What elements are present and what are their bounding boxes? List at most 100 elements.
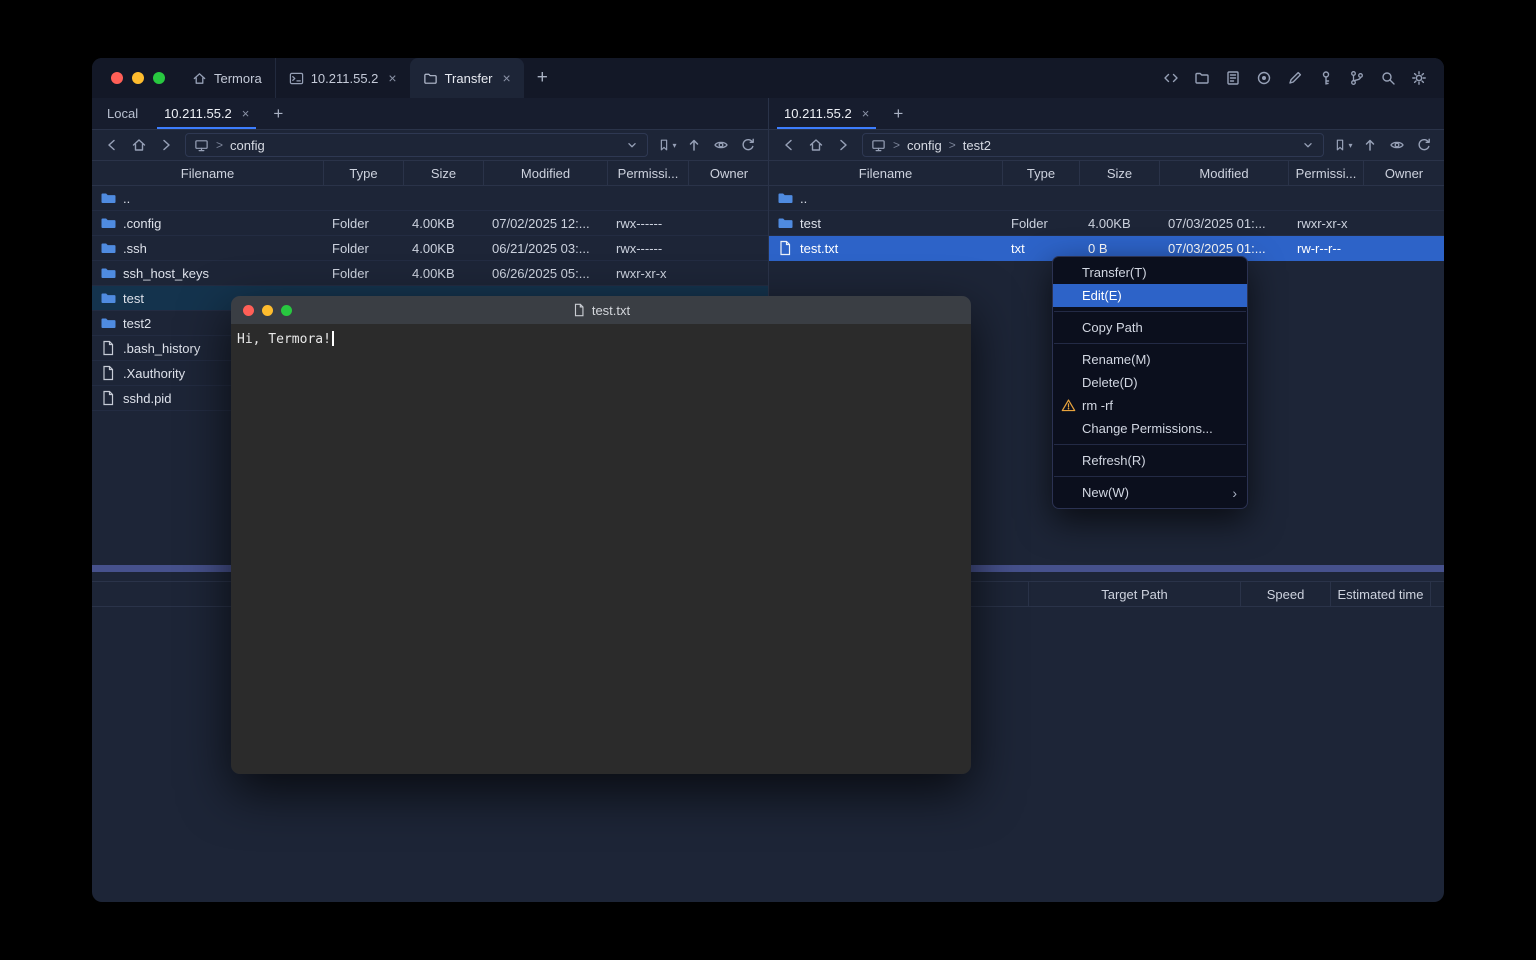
refresh-button[interactable] [1413, 134, 1435, 156]
breadcrumb-separator: > [216, 138, 223, 152]
column-size[interactable]: Size [404, 161, 484, 185]
editor-content[interactable]: Hi, Termora! [231, 324, 971, 774]
back-button[interactable] [101, 134, 123, 156]
parent-directory-button[interactable] [683, 134, 705, 156]
new-tab-button[interactable]: + [524, 58, 561, 98]
bookmark-button[interactable]: ▾ [1332, 134, 1354, 156]
key-button[interactable] [1314, 66, 1338, 90]
remote-tab-10-211-55-2[interactable]: 10.211.55.2 × [771, 98, 882, 129]
filename: ssh_host_keys [123, 266, 209, 281]
back-button[interactable] [778, 134, 800, 156]
close-tab-icon[interactable]: × [862, 106, 870, 121]
local-tab[interactable]: Local [94, 98, 151, 129]
editor-close-button[interactable] [243, 305, 254, 316]
file-row[interactable]: test Folder 4.00KB 07/03/2025 01:... rwx… [769, 211, 1444, 236]
path-dropdown-button[interactable] [625, 138, 639, 152]
column-type[interactable]: Type [324, 161, 404, 185]
file-row[interactable]: .config Folder 4.00KB 07/02/2025 12:... … [92, 211, 768, 236]
queue-column-target-path[interactable]: Target Path [1028, 582, 1240, 606]
column-type[interactable]: Type [1003, 161, 1080, 185]
file-icon [100, 340, 116, 356]
close-tab-icon[interactable]: × [242, 106, 250, 121]
path-breadcrumb[interactable]: > config > test2 [862, 133, 1324, 157]
new-panel-tab-button[interactable]: + [882, 98, 914, 129]
filename: sshd.pid [123, 391, 171, 406]
file-size: 4.00KB [404, 261, 484, 285]
queue-column-estimated-time[interactable]: Estimated time [1330, 582, 1430, 606]
menu-item-rename[interactable]: Rename(M) [1053, 348, 1247, 371]
column-permissions[interactable]: Permissi... [608, 161, 689, 185]
column-modified[interactable]: Modified [1160, 161, 1289, 185]
remote-tab-10-211-55-2[interactable]: 10.211.55.2 × [151, 98, 262, 129]
menu-item-transfer[interactable]: Transfer(T) [1053, 261, 1247, 284]
forward-button[interactable] [155, 134, 177, 156]
breadcrumb-segment[interactable]: config [907, 138, 942, 153]
forward-button[interactable] [832, 134, 854, 156]
column-modified[interactable]: Modified [484, 161, 608, 185]
editor-titlebar[interactable]: test.txt [231, 296, 971, 324]
menu-item-edit[interactable]: Edit(E) [1053, 284, 1247, 307]
folder-icon [100, 215, 116, 231]
branch-button[interactable] [1345, 66, 1369, 90]
file-modified: 07/03/2025 01:... [1160, 211, 1289, 235]
file-row[interactable]: ssh_host_keys Folder 4.00KB 06/26/2025 0… [92, 261, 768, 286]
app-tab-ssh-10-211-55-2[interactable]: 10.211.55.2 × [275, 58, 410, 98]
file-permissions: rwxr-xr-x [608, 261, 689, 285]
file-row[interactable]: .ssh Folder 4.00KB 06/21/2025 03:... rwx… [92, 236, 768, 261]
app-tab-termora[interactable]: Termora [179, 58, 275, 98]
home-button[interactable] [805, 134, 827, 156]
column-size[interactable]: Size [1080, 161, 1160, 185]
menu-item-label: Edit(E) [1082, 288, 1122, 303]
new-panel-tab-button[interactable]: + [262, 98, 294, 129]
file-owner [1364, 211, 1444, 235]
zoom-window-button[interactable] [153, 72, 165, 84]
breadcrumb-segment[interactable]: config [230, 138, 265, 153]
menu-item-refresh[interactable]: Refresh(R) [1053, 449, 1247, 472]
folder-button[interactable] [1190, 66, 1214, 90]
path-dropdown-button[interactable] [1301, 138, 1315, 152]
column-permissions[interactable]: Permissi... [1289, 161, 1364, 185]
refresh-button[interactable] [737, 134, 759, 156]
menu-item-change-permissions[interactable]: Change Permissions... [1053, 417, 1247, 440]
folder-icon [777, 190, 793, 206]
menu-item-rm-rf[interactable]: rm -rf [1053, 394, 1247, 417]
menu-item-copy-path[interactable]: Copy Path [1053, 316, 1247, 339]
home-button[interactable] [128, 134, 150, 156]
menu-item-label: Change Permissions... [1082, 421, 1213, 436]
path-breadcrumb[interactable]: > config [185, 133, 648, 157]
bookmark-button[interactable]: ▾ [656, 134, 678, 156]
app-tab-transfer[interactable]: Transfer × [410, 58, 524, 98]
edit-button[interactable] [1283, 66, 1307, 90]
column-owner[interactable]: Owner [689, 161, 769, 185]
close-tab-icon[interactable]: × [388, 70, 396, 86]
file-row[interactable]: .. [92, 186, 768, 211]
menu-item-label: Rename(M) [1082, 352, 1151, 367]
file-icon [777, 240, 793, 256]
log-icon [1225, 70, 1241, 86]
record-button[interactable] [1252, 66, 1276, 90]
breadcrumb-separator: > [949, 138, 956, 152]
minimize-window-button[interactable] [132, 72, 144, 84]
column-owner[interactable]: Owner [1364, 161, 1444, 185]
log-button[interactable] [1221, 66, 1245, 90]
show-hidden-files-button[interactable] [710, 134, 732, 156]
close-window-button[interactable] [111, 72, 123, 84]
search-button[interactable] [1376, 66, 1400, 90]
column-filename[interactable]: Filename [769, 161, 1003, 185]
context-menu: Transfer(T) Edit(E) Copy Path Rename(M) … [1052, 256, 1248, 509]
show-hidden-files-button[interactable] [1386, 134, 1408, 156]
queue-column-speed[interactable]: Speed [1240, 582, 1330, 606]
code-button[interactable] [1159, 66, 1183, 90]
column-filename[interactable]: Filename [92, 161, 324, 185]
parent-directory-button[interactable] [1359, 134, 1381, 156]
breadcrumb-segment[interactable]: test2 [963, 138, 991, 153]
file-type [1003, 186, 1080, 210]
menu-item-new[interactable]: New(W)› [1053, 481, 1247, 504]
menu-item-delete[interactable]: Delete(D) [1053, 371, 1247, 394]
close-tab-icon[interactable]: × [503, 70, 511, 86]
editor-zoom-button[interactable] [281, 305, 292, 316]
settings-button[interactable] [1407, 66, 1431, 90]
left-panel-tabs: Local 10.211.55.2 × + [92, 98, 768, 130]
file-row[interactable]: .. [769, 186, 1444, 211]
editor-minimize-button[interactable] [262, 305, 273, 316]
